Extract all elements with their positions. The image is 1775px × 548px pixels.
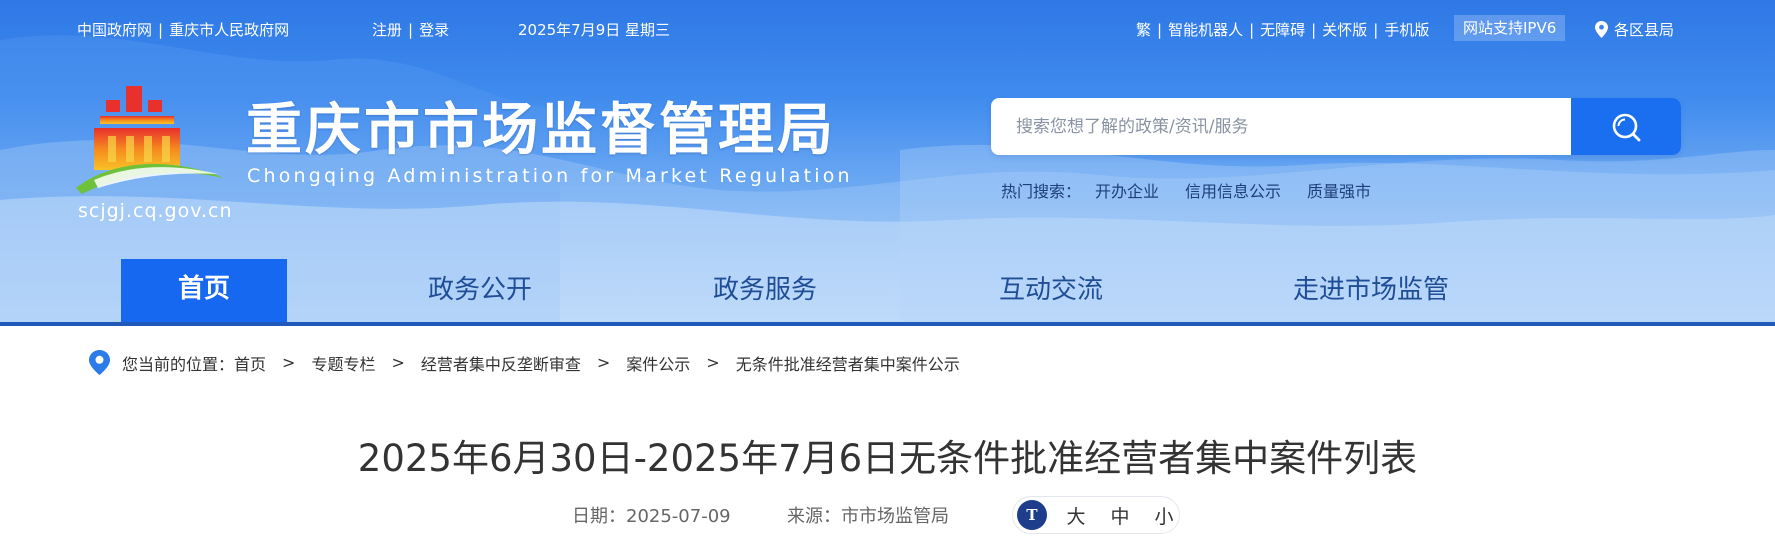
hot-search-item[interactable]: 质量强市: [1307, 182, 1371, 201]
font-size-medium[interactable]: 中: [1105, 502, 1135, 529]
header-banner: 中国政府网 | 重庆市人民政府网 注册 | 登录 2025年7月9日 星期三 繁 | 智能机…: [0, 0, 1775, 322]
traditional-chinese-link[interactable]: 繁: [1136, 21, 1151, 39]
site-emblem-icon: [76, 86, 224, 194]
search-box: [991, 98, 1681, 155]
font-size-switcher: T 大 中 小: [1012, 496, 1180, 534]
nav-interaction[interactable]: 互动交流: [971, 259, 1131, 322]
register-link[interactable]: 注册: [372, 21, 402, 39]
link-china-gov[interactable]: 中国政府网: [77, 21, 152, 39]
breadcrumb-separator: >: [596, 353, 611, 372]
breadcrumb-home[interactable]: 首页: [234, 351, 266, 375]
login-link[interactable]: 登录: [419, 21, 449, 39]
elder-mode-link[interactable]: 关怀版: [1322, 21, 1367, 39]
search-input[interactable]: [991, 98, 1573, 155]
font-size-small[interactable]: 小: [1149, 502, 1179, 529]
hot-search-label: 热门搜索：: [1001, 182, 1082, 201]
gov-links: 中国政府网 | 重庆市人民政府网: [77, 21, 290, 39]
location-pin-icon: [89, 350, 110, 375]
breadcrumb-prefix: 您当前的位置：: [122, 354, 235, 374]
hot-search-item[interactable]: 信用信息公示: [1185, 182, 1281, 201]
breadcrumb-topics[interactable]: 专题专栏: [311, 351, 375, 375]
nav-government-affairs[interactable]: 政务公开: [400, 259, 560, 322]
nav-divider: [0, 322, 1775, 326]
breadcrumb-separator: >: [706, 353, 720, 372]
ipv6-badge: 网站支持IPV6: [1454, 15, 1566, 41]
robot-link[interactable]: 智能机器人: [1168, 21, 1243, 39]
search-button[interactable]: [1571, 98, 1681, 155]
article-source: 来源：市市场监管局: [787, 506, 949, 527]
breadcrumb-separator: >: [391, 353, 405, 372]
auth-links: 注册 | 登录: [372, 21, 450, 39]
breadcrumb-antitrust-review[interactable]: 经营者集中反垄断审查: [421, 351, 581, 375]
article-date: 日期：2025-07-09: [572, 506, 731, 527]
article-title: 2025年6月30日-2025年7月6日无条件批准经营者集中案件列表: [357, 437, 1418, 480]
link-chongqing-gov[interactable]: 重庆市人民政府网: [169, 21, 289, 39]
region-label: 各区县局: [1614, 21, 1675, 39]
site-title: 重庆市市场监督管理局: [246, 98, 836, 163]
current-date: 2025年7月9日 星期三: [518, 21, 671, 39]
mobile-link[interactable]: 手机版: [1384, 21, 1429, 39]
hot-search: 热门搜索： 开办企业 信用信息公示 质量强市: [1001, 178, 1397, 202]
font-size-large[interactable]: 大: [1061, 502, 1091, 529]
accessibility-link[interactable]: 无障碍: [1260, 21, 1305, 39]
breadcrumb-current[interactable]: 无条件批准经营者集中案件公示: [736, 351, 960, 375]
site-domain: scjgj.cq.gov.cn: [78, 200, 233, 222]
hot-search-item[interactable]: 开办企业: [1095, 182, 1159, 201]
font-size-icon: T: [1017, 500, 1047, 530]
region-link[interactable]: 各区县局: [1595, 19, 1674, 40]
nav-about-regulation[interactable]: 走进市场监管: [1266, 259, 1476, 322]
nav-home[interactable]: 首页: [121, 259, 287, 322]
breadcrumb-case-notice[interactable]: 案件公示: [626, 351, 690, 375]
breadcrumb: 您当前的位置： 首页 > 专题专栏 > 经营者集中反垄断审查 > 案件公示 > …: [89, 350, 960, 375]
search-icon: [1612, 113, 1641, 141]
location-pin-icon: [1595, 21, 1608, 38]
breadcrumb-separator: >: [282, 353, 296, 372]
nav-government-services[interactable]: 政务服务: [685, 259, 845, 322]
utility-links: 繁 | 智能机器人 | 无障碍 | 关怀版 | 手机版: [1136, 21, 1430, 39]
main-nav: 首页 政务公开 政务服务 互动交流 走进市场监管: [0, 259, 1775, 322]
site-subtitle-en: Chongqing Administration for Market Regu…: [247, 165, 853, 187]
top-bar: 中国政府网 | 重庆市人民政府网 注册 | 登录 2025年7月9日 星期三 繁 | 智能机…: [0, 0, 1775, 58]
